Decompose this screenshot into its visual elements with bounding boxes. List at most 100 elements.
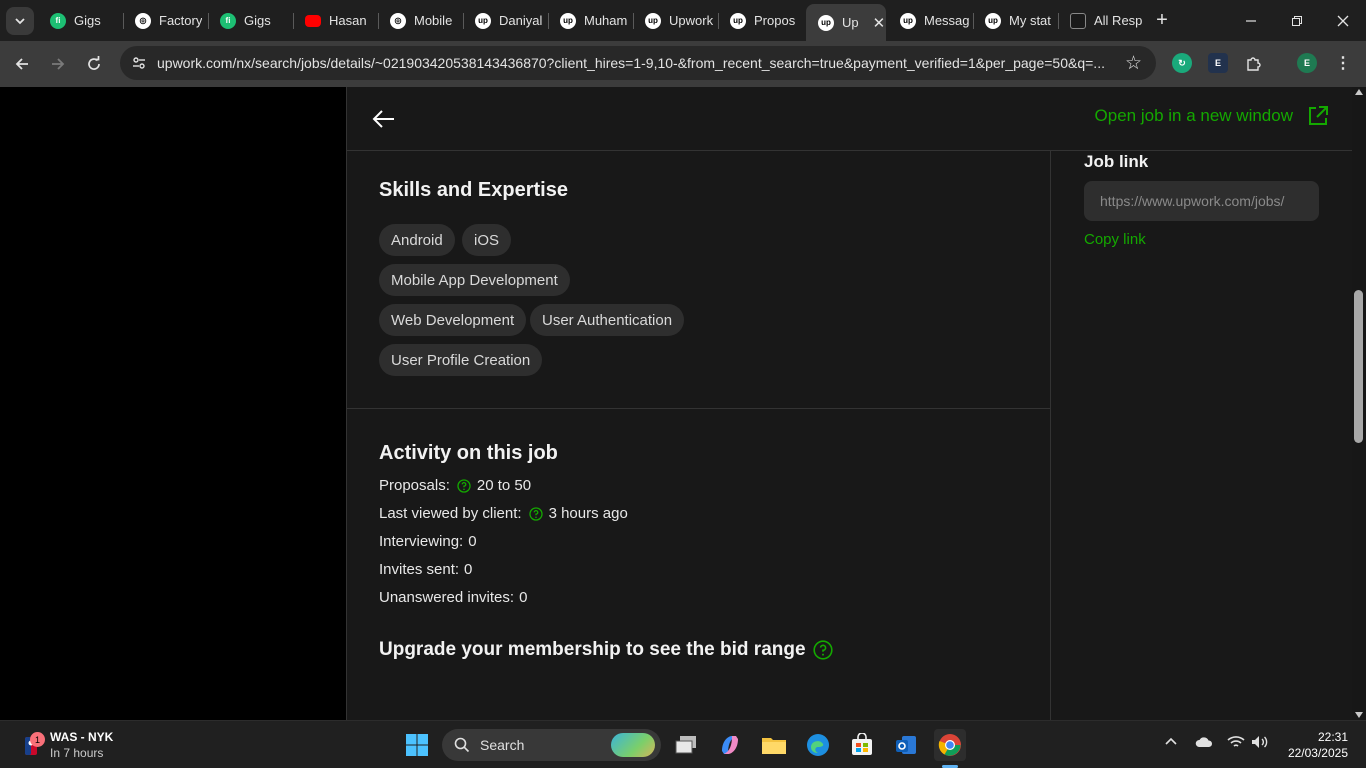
skill-chip[interactable]: Android xyxy=(379,224,455,256)
upwork-icon: up xyxy=(818,14,834,31)
tab-propos[interactable]: up Propos xyxy=(718,0,802,41)
tab-daniyal[interactable]: up Daniyal xyxy=(463,0,547,41)
skill-chip[interactable]: User Authentication xyxy=(530,304,685,336)
scrollbar-thumb[interactable] xyxy=(1354,290,1363,443)
tab-gigs-1[interactable]: fi Gigs xyxy=(38,0,122,41)
grammarly-extension-icon[interactable]: ↻ xyxy=(1172,53,1192,73)
copilot-button[interactable] xyxy=(714,729,746,761)
tab-my-stats[interactable]: up My stat xyxy=(973,0,1057,41)
tab-title: All Resp xyxy=(1094,13,1142,28)
close-icon[interactable]: ✕ xyxy=(873,14,886,32)
tab-muham[interactable]: up Muham xyxy=(548,0,632,41)
wifi-icon[interactable] xyxy=(1227,735,1245,752)
menu-kebab-icon[interactable]: ⋮ xyxy=(1333,53,1353,73)
task-view-button[interactable] xyxy=(670,729,702,761)
last-viewed-label: Last viewed by client: xyxy=(379,505,522,522)
tab-title: Muham xyxy=(584,13,628,28)
extension-e-icon[interactable]: E xyxy=(1208,53,1228,73)
proposals-label: Proposals: xyxy=(379,477,450,494)
close-window-button[interactable] xyxy=(1320,0,1366,41)
tab-all-resp[interactable]: All Resp xyxy=(1058,0,1142,41)
question-circle-icon[interactable] xyxy=(812,640,833,660)
tab-title: Mobile xyxy=(414,13,453,28)
volume-icon[interactable] xyxy=(1251,735,1269,752)
restore-icon xyxy=(1292,15,1302,26)
scroll-up-arrow-icon[interactable] xyxy=(1355,89,1363,95)
upgrade-membership-heading: Upgrade your membership to see the bid r… xyxy=(379,639,833,661)
onedrive-cloud-icon[interactable] xyxy=(1195,735,1213,752)
forward-button[interactable] xyxy=(44,50,72,78)
bookmark-star-icon[interactable]: ☆ xyxy=(1125,52,1142,75)
start-button[interactable] xyxy=(401,729,433,761)
minimize-icon xyxy=(1246,19,1256,22)
copy-link-button[interactable]: Copy link xyxy=(1084,231,1146,248)
tab-messages[interactable]: up Messag xyxy=(888,0,972,41)
chrome-icon xyxy=(938,734,961,756)
back-button[interactable] xyxy=(8,50,36,78)
open-job-new-window-link[interactable]: Open job in a new window xyxy=(1095,105,1329,127)
edge-icon xyxy=(807,734,829,756)
invites-sent-label: Invites sent: xyxy=(379,561,460,578)
skill-chip[interactable]: User Profile Creation xyxy=(379,344,543,376)
question-circle-icon[interactable] xyxy=(528,506,543,521)
reload-button[interactable] xyxy=(80,50,108,78)
skill-chip[interactable]: Mobile App Development xyxy=(379,264,570,296)
show-hidden-icons-chevron-icon[interactable] xyxy=(1164,735,1178,752)
skills-title: Skills and Expertise xyxy=(379,179,568,201)
skill-chip[interactable]: iOS xyxy=(462,224,512,256)
tab-strip: fi Gigs ◎ Factory fi Gigs Hasan ◎ Mobile… xyxy=(0,0,1366,41)
minimize-button[interactable] xyxy=(1228,0,1274,41)
browser-toolbar: upwork.com/nx/search/jobs/details/~02190… xyxy=(0,41,1366,87)
upwork-icon: up xyxy=(900,12,916,29)
task-view-icon xyxy=(675,736,696,754)
address-bar[interactable]: upwork.com/nx/search/jobs/details/~02190… xyxy=(120,46,1156,80)
upwork-icon: up xyxy=(730,12,746,29)
restore-button[interactable] xyxy=(1274,0,1320,41)
clock-date: 22/03/2025 xyxy=(1287,746,1348,760)
tab-search-button[interactable] xyxy=(6,7,34,35)
url-text[interactable]: upwork.com/nx/search/jobs/details/~02190… xyxy=(157,55,1112,71)
job-side-column: Job link Copy link xyxy=(1052,151,1352,720)
job-link-title: Job link xyxy=(1084,152,1149,171)
weather-widget[interactable]: 1 WAS - NYK In 7 hours xyxy=(22,729,113,761)
tab-title: My stat xyxy=(1009,13,1051,28)
tab-title: Daniyal xyxy=(499,13,543,28)
microsoft-store-button[interactable] xyxy=(846,729,878,761)
activity-interviewing: Interviewing: 0 xyxy=(379,533,477,550)
job-main-column: Skills and Expertise Android iOS Mobile … xyxy=(347,151,1051,720)
tab-active-upwork-job[interactable]: up Up ✕ xyxy=(806,4,886,41)
profile-avatar[interactable]: E xyxy=(1297,53,1317,73)
tab-factory[interactable]: ◎ Factory xyxy=(123,0,207,41)
tab-title: Factory xyxy=(159,13,203,28)
unanswered-value: 0 xyxy=(519,589,528,606)
scroll-down-arrow-icon[interactable] xyxy=(1355,712,1363,718)
new-tab-button[interactable]: + xyxy=(1150,8,1174,32)
edge-button[interactable] xyxy=(802,729,834,761)
taskbar-search[interactable]: Search xyxy=(442,729,661,761)
question-circle-icon[interactable] xyxy=(457,478,471,493)
activity-invites-sent: Invites sent: 0 xyxy=(379,561,472,578)
chrome-button[interactable] xyxy=(934,729,966,761)
proposals-value: 20 to 50 xyxy=(476,477,532,494)
extensions-puzzle-icon[interactable] xyxy=(1244,53,1264,73)
windows-taskbar: 1 WAS - NYK In 7 hours Search 22:31 22/0… xyxy=(0,720,1366,768)
taskbar-clock[interactable]: 22:31 22/03/2025 xyxy=(1288,729,1348,761)
skill-chip[interactable]: Web Development xyxy=(379,304,527,336)
tab-hasan[interactable]: Hasan xyxy=(293,0,377,41)
site-info-icon[interactable] xyxy=(129,53,149,73)
job-link-field[interactable] xyxy=(1084,181,1319,221)
page-scrollbar[interactable] xyxy=(1352,87,1366,720)
outlook-button[interactable] xyxy=(890,729,922,761)
last-viewed-value: 3 hours ago xyxy=(548,505,628,522)
tab-upwork[interactable]: up Upwork xyxy=(633,0,717,41)
activity-unanswered-invites: Unanswered invites: 0 xyxy=(379,589,527,606)
tab-mobile[interactable]: ◎ Mobile xyxy=(378,0,462,41)
tab-title: Hasan xyxy=(329,13,367,28)
tab-gigs-2[interactable]: fi Gigs xyxy=(208,0,292,41)
dark-app-icon xyxy=(1070,12,1086,29)
interviewing-label: Interviewing: xyxy=(379,533,464,550)
arrow-left-icon[interactable] xyxy=(371,107,397,131)
page-content: Open job in a new window Skills and Expe… xyxy=(0,87,1352,720)
job-details-panel: Open job in a new window Skills and Expe… xyxy=(346,87,1352,720)
file-explorer-button[interactable] xyxy=(758,729,790,761)
